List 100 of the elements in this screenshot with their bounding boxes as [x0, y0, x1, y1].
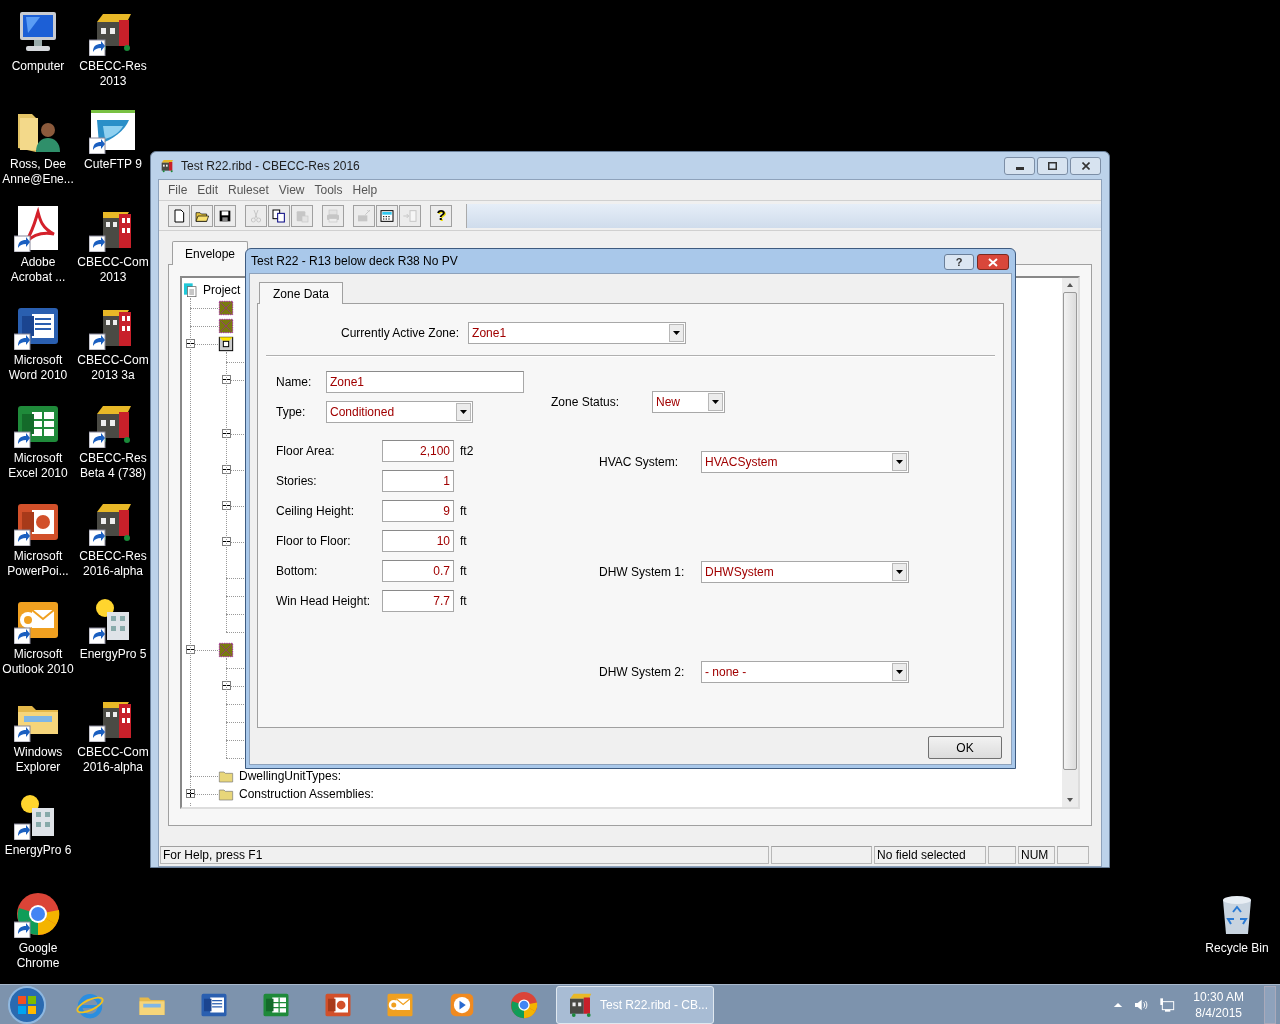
app-logo-icon: [159, 157, 175, 174]
windows-logo-icon: [17, 994, 37, 1015]
tree-item[interactable]: Project: [203, 281, 241, 299]
desktop-icon-label[interactable]: EnergyPro 5: [75, 647, 151, 662]
expand-toggle[interactable]: [186, 789, 195, 798]
dropdown[interactable]: Conditioned: [326, 401, 473, 423]
input-field[interactable]: 10: [382, 530, 454, 552]
input-field[interactable]: 2,100: [382, 440, 454, 462]
menu-item[interactable]: File: [163, 181, 193, 199]
dropdown[interactable]: HVACSystem: [701, 451, 909, 473]
tab[interactable]: Envelope: [172, 241, 249, 265]
desktop-icon-label[interactable]: Microsoft Excel 2010: [0, 451, 76, 481]
close-icon: [988, 257, 998, 267]
status-dropdown[interactable]: New: [652, 391, 725, 413]
collapse-toggle[interactable]: [222, 429, 231, 438]
field-label: Type:: [276, 404, 307, 421]
desktop-icon-label[interactable]: Ross, Dee Anne@Ene...: [0, 157, 76, 187]
network-icon: [1159, 996, 1176, 1013]
window-title: Test R22.ribd - CBECC-Res 2016: [181, 157, 360, 175]
input-field[interactable]: 9: [382, 500, 454, 522]
save-button[interactable]: [214, 204, 236, 227]
tree-item[interactable]: Construction Assemblies:: [239, 785, 374, 803]
desktop-icon-label[interactable]: CBECC-Res 2013: [75, 59, 151, 89]
dropdown[interactable]: DHWSystem: [701, 561, 909, 583]
copy-button[interactable]: [268, 204, 290, 227]
help-button[interactable]: ?: [430, 204, 452, 227]
printer-icon: [325, 207, 341, 224]
close-button[interactable]: [1070, 156, 1101, 175]
field-label: Win Head Height:: [276, 593, 372, 610]
input-field[interactable]: Zone1: [326, 371, 524, 393]
zone-dropdown[interactable]: Zone1: [468, 322, 687, 344]
input-field[interactable]: 7.7: [382, 590, 454, 612]
desktop-icon-label[interactable]: Microsoft Outlook 2010: [0, 647, 76, 677]
unit-label: ft: [460, 593, 467, 610]
field-label: Zone Status:: [551, 394, 621, 411]
status-pane: [988, 846, 1016, 864]
chrome-icon: [509, 989, 539, 1020]
desktop-icon-label[interactable]: CBECC-Res 2016-alpha: [75, 549, 151, 579]
field-label: Currently Active Zone:: [341, 325, 460, 342]
field-label: Bottom:: [276, 563, 319, 580]
collapse-toggle[interactable]: [222, 537, 231, 546]
dialog-title: Test R22 - R13 below deck R38 No PV: [251, 253, 458, 270]
scissors-icon: [248, 207, 264, 224]
menu-item[interactable]: Help: [347, 181, 383, 199]
help-button[interactable]: ?: [944, 254, 974, 270]
desktop-icon-label[interactable]: CBECC-Com 2013 3a: [75, 353, 151, 383]
menu-item[interactable]: Ruleset: [223, 181, 274, 199]
calculator-button[interactable]: [376, 204, 398, 227]
ok-button[interactable]: OK: [928, 736, 1002, 759]
tree-item[interactable]: DwellingUnitTypes:: [239, 767, 342, 785]
collapse-toggle[interactable]: [222, 501, 231, 510]
open-button[interactable]: [191, 204, 213, 227]
collapse-toggle[interactable]: [222, 465, 231, 474]
folder-icon: [218, 786, 234, 802]
desktop-icon-label[interactable]: EnergyPro 6: [0, 843, 76, 858]
desktop-icon-label[interactable]: Computer: [0, 59, 76, 74]
component-icon: [218, 300, 234, 316]
wizard-icon: [356, 207, 372, 224]
status-text: For Help, press F1: [160, 846, 769, 864]
field-label: DHW System 2:: [599, 664, 686, 681]
copy-icon: [271, 207, 287, 224]
minimize-icon: [1015, 167, 1024, 170]
desktop-icon-label[interactable]: Microsoft PowerPoi...: [0, 549, 76, 579]
new-file-icon: [171, 207, 187, 224]
field-label: Floor to Floor:: [276, 533, 352, 550]
tab[interactable]: Zone Data: [259, 282, 344, 304]
menu-item[interactable]: View: [273, 181, 310, 199]
desktop-icon-label[interactable]: Google Chrome: [0, 941, 76, 971]
new-button[interactable]: [168, 204, 190, 227]
desktop-icon-label[interactable]: CBECC-Res Beta 4 (738): [75, 451, 151, 481]
input-field[interactable]: 1: [382, 470, 454, 492]
calculator-icon: [379, 207, 395, 224]
desktop-icon-label[interactable]: CBECC-Com 2013: [75, 255, 151, 285]
dropdown[interactable]: - none -: [701, 661, 909, 683]
close-button[interactable]: [977, 254, 1009, 270]
status-pane: [1057, 846, 1089, 864]
component-icon: [218, 642, 234, 658]
desktop-icon-label[interactable]: Windows Explorer: [0, 745, 76, 775]
desktop-icon-label[interactable]: Adobe Acrobat ...: [0, 255, 76, 285]
maximize-button[interactable]: [1037, 156, 1068, 175]
desktop-icon-label[interactable]: CBECC-Com 2016-alpha: [75, 745, 151, 775]
collapse-toggle[interactable]: [222, 681, 231, 690]
menu-item[interactable]: Edit: [192, 181, 224, 199]
field-label: HVAC System:: [599, 454, 680, 471]
start-button[interactable]: [8, 985, 46, 1024]
desktop-icon-label[interactable]: CuteFTP 9: [75, 157, 151, 172]
desktop-icon-label[interactable]: Microsoft Word 2010: [0, 353, 76, 383]
unit-label: ft: [460, 563, 467, 580]
menu-item[interactable]: Tools: [309, 181, 348, 199]
scrollbar-thumb[interactable]: [1063, 292, 1077, 770]
field-label: DHW System 1:: [599, 564, 686, 581]
collapse-toggle[interactable]: [186, 645, 195, 654]
collapse-toggle[interactable]: [222, 375, 231, 384]
input-field[interactable]: 0.7: [382, 560, 454, 582]
zone-icon: [218, 336, 234, 352]
unit-label: ft2: [460, 443, 474, 460]
minimize-button[interactable]: [1004, 156, 1035, 175]
num-lock-indicator: NUM: [1018, 846, 1055, 864]
desktop-icon-label[interactable]: Recycle Bin: [1199, 941, 1275, 956]
collapse-toggle[interactable]: [186, 339, 195, 348]
